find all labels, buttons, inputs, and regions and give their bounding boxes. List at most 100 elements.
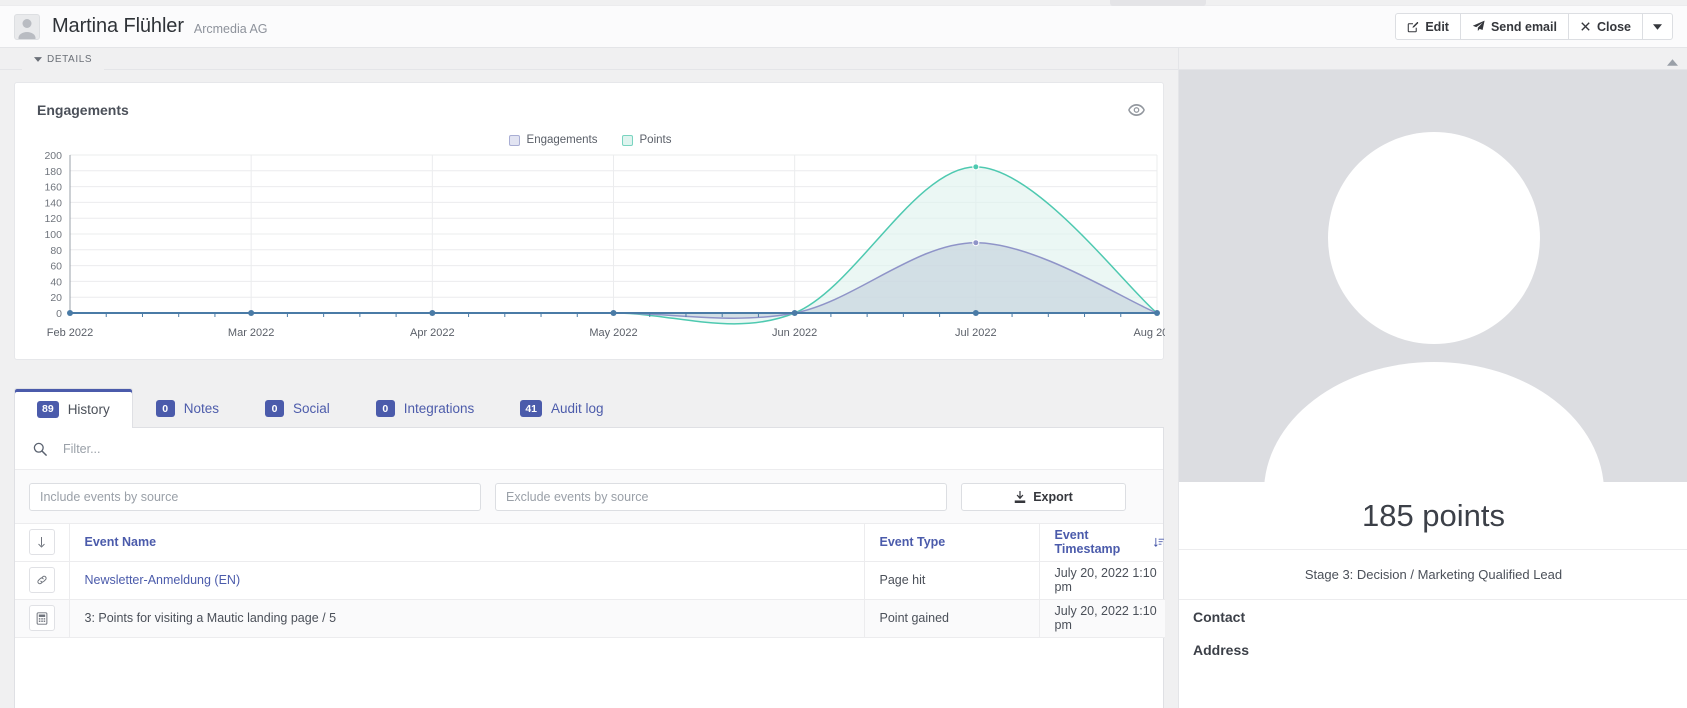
contact-company: Arcmedia AG	[193, 21, 268, 36]
action-button-group: Edit Send email Close	[1395, 13, 1673, 40]
svg-text:Jun 2022: Jun 2022	[772, 327, 817, 339]
edit-button[interactable]: Edit	[1395, 13, 1461, 40]
points-value: 185 points	[1361, 497, 1506, 533]
tab-badge: 0	[264, 400, 284, 417]
engagements-chart-panel: Engagements Engagements Points 0 20 40 6…	[14, 82, 1165, 360]
svg-text:100: 100	[44, 229, 62, 241]
more-actions-button[interactable]	[1642, 13, 1673, 40]
link-icon	[28, 567, 55, 593]
content-tabs: 89 History 0 Notes 0 Social 0 Integrations 41 Aud…	[14, 372, 1164, 429]
event-name-text: 3: Points for visiting a Mautic landing …	[84, 611, 337, 625]
user-avatar-icon	[14, 13, 40, 40]
svg-text:200: 200	[44, 150, 62, 162]
sidebar-section-address-title: Address	[1193, 641, 1250, 658]
close-button[interactable]: Close	[1567, 13, 1643, 40]
include-events-input[interactable]	[29, 482, 481, 511]
chart-title: Engagements	[37, 102, 129, 118]
download-icon	[1014, 490, 1026, 503]
tab-label: Audit log	[551, 401, 604, 416]
page-title: Martina Flühler	[52, 15, 184, 37]
legend-label-engagements: Engagements	[526, 134, 598, 146]
page-header: Martina Flühler Arcmedia AG Edit Send em…	[0, 6, 1687, 48]
col-header-event-name[interactable]: Event Name	[69, 524, 865, 562]
caret-down-icon	[34, 56, 42, 62]
legend-item-points[interactable]: Points	[621, 134, 672, 146]
tab-label: Notes	[183, 401, 219, 416]
table-row[interactable]: 3: Points for visiting a Mautic landing …	[15, 599, 1165, 638]
caret-up-icon[interactable]	[1667, 53, 1678, 71]
tab-badge: 0	[155, 400, 175, 417]
svg-text:60: 60	[50, 261, 62, 273]
col-header-event-type-label: Event Type	[879, 535, 946, 550]
svg-text:20: 20	[50, 292, 62, 304]
tab-notes[interactable]: 0 Notes	[133, 388, 242, 428]
chart-legend: Engagements Points	[15, 131, 1165, 149]
svg-text:May 2022: May 2022	[589, 327, 637, 339]
row-event-type-cell: Point gained	[864, 599, 1040, 638]
tab-badge: 41	[520, 400, 542, 417]
row-event-timestamp-cell: July 20, 2022 1:10 pm	[1039, 561, 1165, 600]
engagements-chart-svg: 0 20 40 60 80 100 120 140 160 180 200 Feb 2022 Mar 2…	[44, 150, 1165, 339]
export-button-label: Export	[1033, 489, 1073, 504]
svg-text:Mar 2022: Mar 2022	[228, 327, 274, 339]
col-header-event-timestamp[interactable]: Event Timestamp	[1039, 524, 1165, 562]
tab-history[interactable]: 89 History	[14, 388, 133, 429]
sidebar-top-bar	[1179, 48, 1687, 70]
details-bar: DETAILS	[0, 48, 1178, 70]
col-header-event-type[interactable]: Event Type	[864, 524, 1040, 562]
header-identity: Martina Flühler Arcmedia AG	[0, 13, 268, 40]
send-email-button-label: Send email	[1490, 19, 1557, 34]
edit-button-label: Edit	[1425, 19, 1449, 34]
table-row[interactable]: Newsletter-Anmeldung (EN) Page hit July 20…	[15, 561, 1165, 600]
tab-label: Integrations	[403, 401, 475, 416]
table-header-row: Event Name Event Type Event Timestamp	[15, 524, 1165, 562]
search-input[interactable]	[61, 440, 561, 457]
stage-value: Stage 3: Decision / Marketing Qualified …	[1304, 567, 1563, 582]
row-event-name-cell: 3: Points for visiting a Mautic landing …	[69, 599, 865, 638]
filter-row	[15, 428, 1163, 470]
exclude-events-input[interactable]	[495, 482, 947, 511]
sidebar-section-contact-title: Contact	[1193, 608, 1246, 625]
col-header-icon[interactable]	[15, 524, 70, 562]
col-header-event-timestamp-label: Event Timestamp	[1054, 528, 1121, 557]
contact-sidebar: 185 points Stage 3: Decision / Marketing…	[1178, 48, 1687, 708]
tab-social[interactable]: 0 Social	[242, 388, 353, 428]
close-button-label: Close	[1596, 19, 1631, 34]
tab-label: History	[67, 401, 110, 417]
calculator-icon	[28, 605, 55, 631]
eye-icon[interactable]	[1128, 103, 1145, 121]
tab-integrations[interactable]: 0 Integrations	[353, 388, 498, 428]
svg-text:120: 120	[44, 213, 62, 225]
row-event-type-cell: Page hit	[864, 561, 1040, 600]
svg-text:Feb 2022: Feb 2022	[47, 327, 93, 339]
legend-swatch-engagements	[508, 134, 520, 146]
source-filter-row: Export	[15, 470, 1163, 524]
chart-area: Engagements Points 0 20 40 60 80 100 120 140 160…	[15, 131, 1165, 353]
details-toggle[interactable]: DETAILS	[22, 48, 105, 70]
event-timestamp-text: July 20, 2022 1:10 pm	[1054, 566, 1157, 594]
stage-display: Stage 3: Decision / Marketing Qualified …	[1179, 550, 1687, 600]
contact-detail-page: Martina Flühler Arcmedia AG Edit Send em…	[0, 0, 1687, 708]
svg-text:160: 160	[44, 182, 62, 194]
svg-text:140: 140	[44, 197, 62, 209]
svg-text:Aug 2022: Aug 2022	[1133, 327, 1165, 339]
events-table: Event Name Event Type Event Timestamp Ne…	[15, 524, 1165, 638]
paper-plane-icon	[1472, 20, 1485, 31]
row-icon-cell	[15, 599, 70, 638]
event-name-link[interactable]: Newsletter-Anmeldung (EN)	[71, 573, 863, 587]
svg-text:40: 40	[50, 276, 62, 288]
svg-text:Jul 2022: Jul 2022	[955, 327, 997, 339]
search-icon	[33, 442, 47, 456]
svg-text:180: 180	[44, 166, 62, 178]
legend-label-points: Points	[639, 134, 672, 146]
send-email-button[interactable]: Send email	[1459, 13, 1569, 40]
svg-text:80: 80	[50, 245, 62, 257]
tab-audit-log[interactable]: 41 Audit log	[497, 388, 626, 428]
export-button[interactable]: Export	[961, 482, 1126, 511]
legend-item-engagements[interactable]: Engagements	[508, 134, 598, 146]
event-timestamp-text: July 20, 2022 1:10 pm	[1054, 604, 1157, 632]
svg-text:Apr 2022: Apr 2022	[410, 327, 455, 339]
row-event-name-cell: Newsletter-Anmeldung (EN)	[69, 561, 865, 600]
event-type-text: Page hit	[879, 573, 926, 587]
sort-arrow-icon	[28, 529, 55, 556]
